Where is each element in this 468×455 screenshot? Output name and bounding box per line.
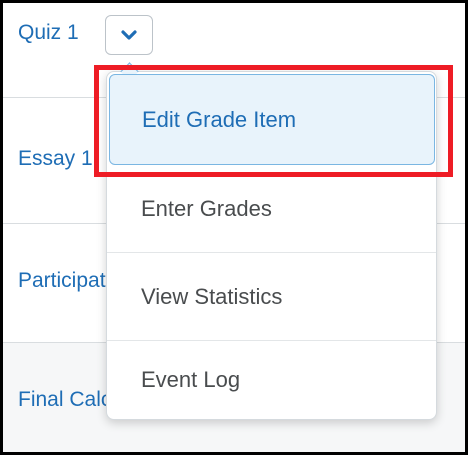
menu-item-edit-grade-item[interactable]: Edit Grade Item (109, 74, 435, 165)
context-menu-button[interactable] (105, 15, 153, 55)
menu-item-label: Event Log (141, 367, 241, 392)
menu-item-label: Edit Grade Item (142, 106, 297, 132)
menu-item-view-statistics[interactable]: View Statistics (107, 253, 436, 341)
grade-item-link-quiz-1[interactable]: Quiz 1 (18, 21, 79, 45)
menu-item-label: View Statistics (141, 283, 283, 309)
menu-item-enter-grades[interactable]: Enter Grades (107, 166, 436, 253)
menu-item-label: Enter Grades (141, 196, 272, 221)
screenshot-frame: Quiz 1 Essay 1 Participation Final Calcu… (0, 0, 468, 455)
context-menu: Edit Grade Item Enter Grades View Statis… (106, 62, 437, 420)
chevron-down-icon (121, 30, 137, 40)
grade-item-link-essay-1[interactable]: Essay 1 (18, 147, 93, 171)
menu-item-event-log[interactable]: Event Log (107, 341, 436, 419)
